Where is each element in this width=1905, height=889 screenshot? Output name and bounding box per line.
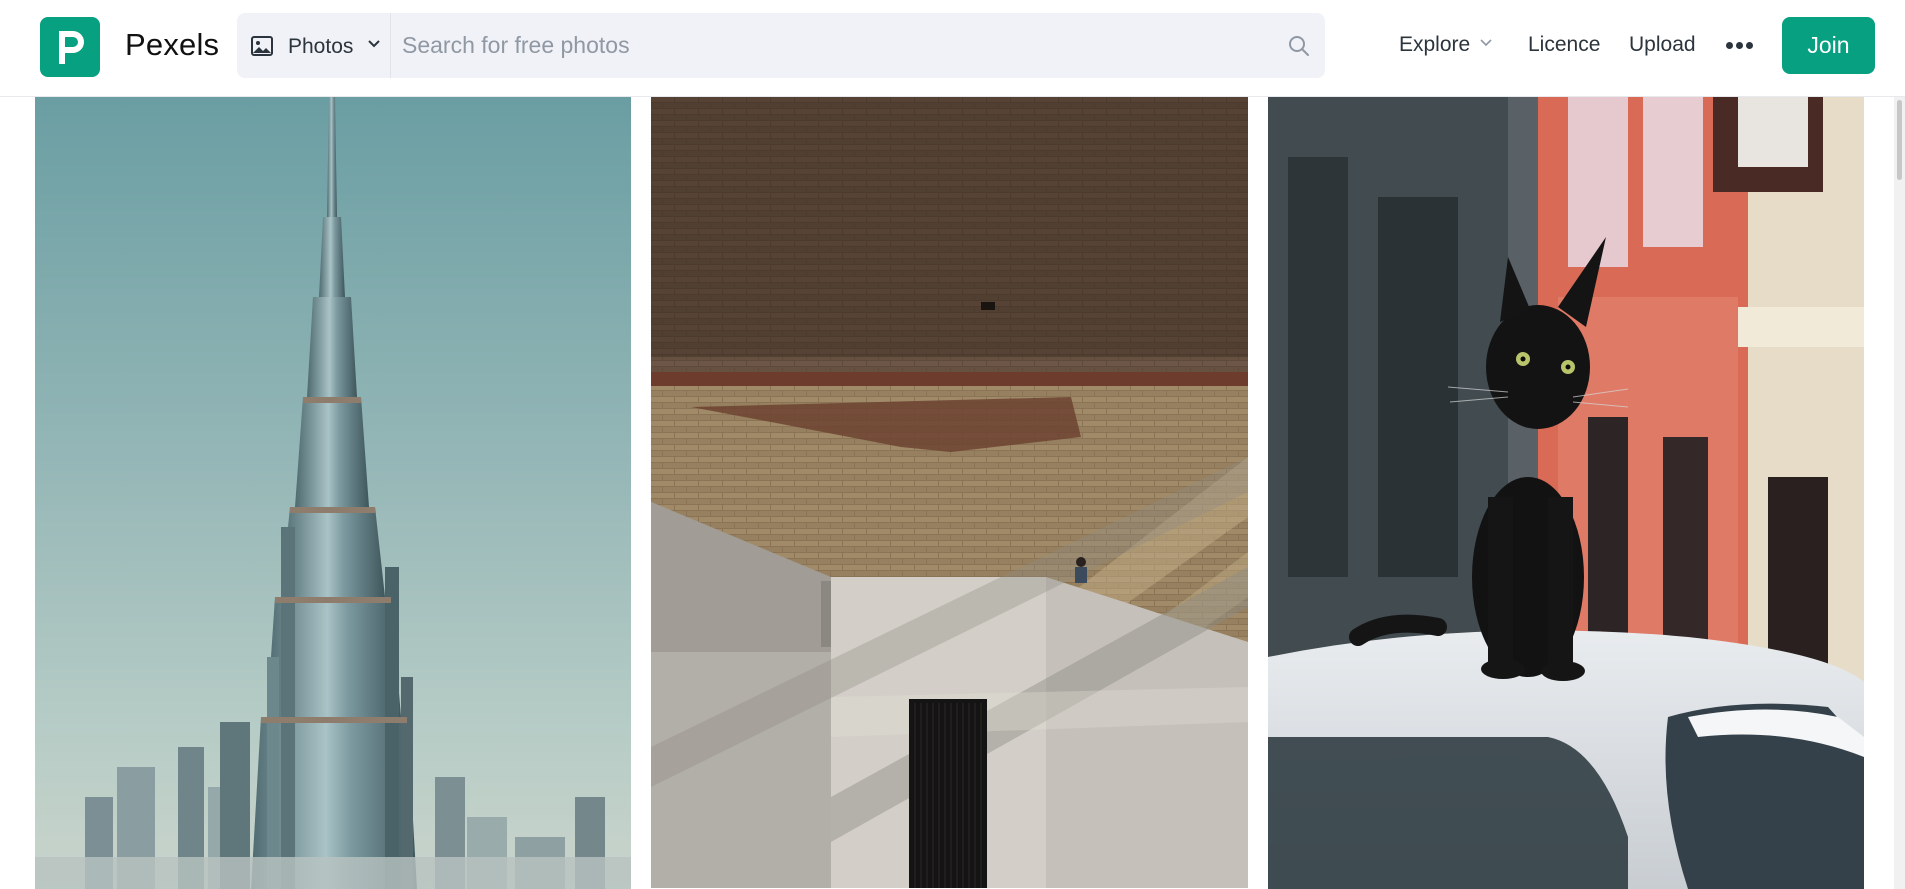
nav-licence[interactable]: Licence	[1528, 33, 1600, 57]
image-icon	[251, 36, 273, 56]
photo-card-2[interactable]	[651, 97, 1248, 888]
chevron-down-icon	[368, 40, 380, 48]
photo-black-cat	[1268, 97, 1864, 889]
more-dots-icon[interactable]	[1725, 35, 1755, 55]
search-type-dropdown[interactable]: Photos	[237, 13, 391, 78]
photo-skyscraper	[35, 97, 631, 889]
pexels-logo[interactable]	[40, 17, 100, 77]
explore-chevron-down-icon[interactable]	[1479, 38, 1493, 48]
search-icon[interactable]	[1287, 34, 1311, 58]
join-button[interactable]: Join	[1782, 17, 1875, 74]
top-navbar: Pexels Photos Explore Licence Upload Joi…	[0, 0, 1905, 97]
pexels-logo-icon	[59, 31, 84, 64]
search-bar: Photos	[237, 13, 1325, 78]
search-input[interactable]	[402, 25, 1262, 65]
photo-card-3[interactable]	[1268, 97, 1864, 889]
brand-name[interactable]: Pexels	[125, 27, 219, 63]
nav-upload[interactable]: Upload	[1629, 33, 1696, 57]
photo-brick-wall	[651, 97, 1248, 888]
search-type-label: Photos	[288, 35, 354, 58]
page-scrollbar-thumb[interactable]	[1897, 100, 1902, 180]
photo-card-1[interactable]	[35, 97, 631, 889]
nav-explore[interactable]: Explore	[1399, 33, 1470, 57]
